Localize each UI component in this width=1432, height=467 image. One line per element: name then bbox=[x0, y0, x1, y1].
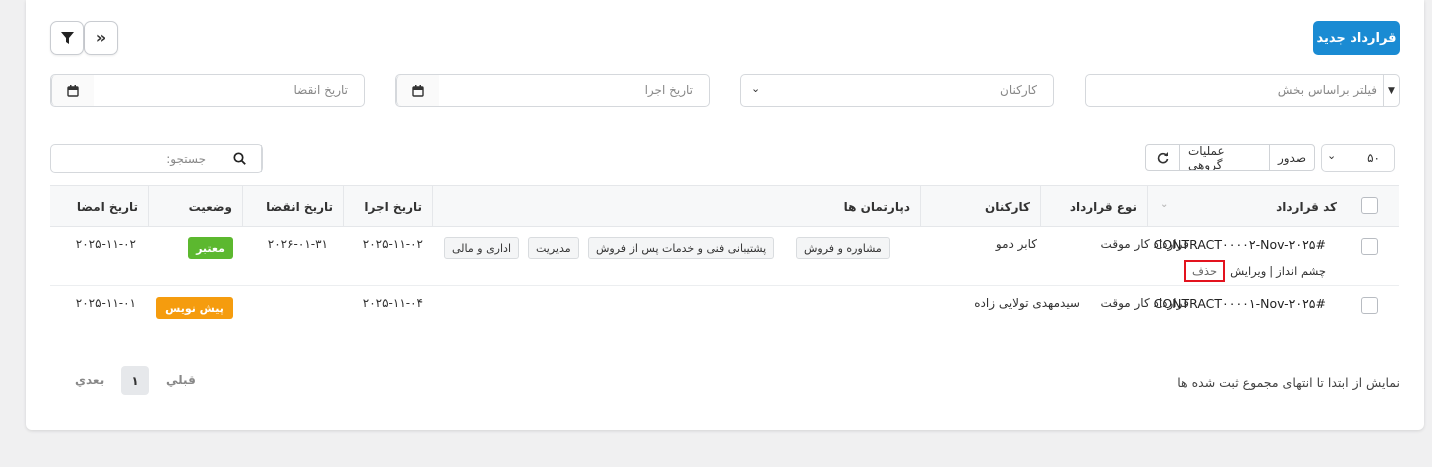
section-filter-select[interactable]: ▼ فیلتر براساس بخش bbox=[1085, 74, 1400, 107]
employee-name: کابر دمو bbox=[995, 237, 1037, 251]
bulk-actions-button[interactable]: عملیات گروهی bbox=[1179, 145, 1269, 170]
sign-date: ۲۰۲۵-۱۱-۰۱ bbox=[75, 296, 136, 310]
edit-link[interactable]: ویرایش bbox=[1230, 264, 1266, 278]
delete-link[interactable]: حذف bbox=[1184, 260, 1226, 282]
exec-date-calendar-button[interactable] bbox=[396, 75, 439, 106]
export-button[interactable]: صدور bbox=[1269, 145, 1314, 170]
calendar-icon bbox=[67, 84, 79, 97]
page-size-select[interactable]: ۵۰ ⌄ bbox=[1321, 144, 1395, 172]
expire-date-calendar-button[interactable] bbox=[51, 75, 94, 106]
expire-date-placeholder: تاریخ انقضا bbox=[293, 83, 349, 97]
header-status-label: وضعیت bbox=[188, 199, 232, 214]
search-placeholder: جستجو: bbox=[166, 152, 206, 166]
view-link[interactable]: چشم انداز bbox=[1276, 264, 1326, 278]
row-checkbox[interactable] bbox=[1361, 297, 1378, 314]
header-employees-label: کارکنان bbox=[984, 199, 1030, 214]
expand-button[interactable]: » bbox=[84, 21, 118, 55]
table-header: کد قرارداد ⌄ نوع قرارداد کارکنان دپارتما… bbox=[50, 185, 1399, 227]
status-badge: معتبر bbox=[188, 237, 233, 259]
employees-placeholder: کارکنان bbox=[1000, 83, 1037, 97]
department-tag: مدیریت bbox=[528, 237, 579, 259]
section-filter-caret-icon: ▼ bbox=[1383, 75, 1399, 106]
new-contract-button[interactable]: قرارداد جدید bbox=[1313, 21, 1400, 55]
exec-date: ۲۰۲۵-۱۱-۰۲ bbox=[362, 237, 423, 251]
header-expire-date[interactable]: تاریخ انقضا bbox=[242, 186, 343, 227]
chevron-down-icon: ⌄ bbox=[751, 82, 761, 95]
table-row: CONTRACT۰۰۰۰۱-Nov-۲۰۲۵# قرارداد کار موقت… bbox=[50, 286, 1399, 332]
double-chevron-icon: » bbox=[95, 28, 107, 47]
search-input[interactable]: جستجو: bbox=[50, 144, 263, 173]
search-icon bbox=[232, 152, 246, 165]
header-sign-date-label: تاریخ امضا bbox=[76, 199, 138, 214]
contract-type: قرارداد کار موقت bbox=[1100, 296, 1189, 310]
header-employees[interactable]: کارکنان bbox=[920, 186, 1040, 227]
header-expire-date-label: تاریخ انقضا bbox=[266, 199, 333, 214]
filter-icon bbox=[60, 32, 74, 44]
exec-date-placeholder: تاریخ اجرا bbox=[644, 83, 693, 97]
header-exec-date-label: تاریخ اجرا bbox=[364, 199, 422, 214]
sign-date: ۲۰۲۵-۱۱-۰۲ bbox=[75, 237, 136, 251]
select-all-checkbox[interactable] bbox=[1361, 197, 1378, 214]
row-actions: چشم انداز | ویرایش حذف bbox=[1184, 260, 1326, 282]
header-exec-date[interactable]: تاریخ اجرا bbox=[343, 186, 432, 227]
search-button[interactable] bbox=[217, 145, 262, 172]
pagination-next[interactable]: بعدي bbox=[75, 373, 104, 387]
filter-button[interactable] bbox=[50, 21, 84, 55]
header-sign-date[interactable]: تاریخ امضا bbox=[50, 186, 148, 227]
pagination-page[interactable]: ۱ bbox=[121, 366, 149, 395]
exec-date: ۲۰۲۵-۱۱-۰۴ bbox=[362, 296, 423, 310]
header-code[interactable]: کد قرارداد ⌄ bbox=[1147, 186, 1347, 227]
calendar-icon bbox=[412, 84, 424, 97]
header-code-label: کد قرارداد bbox=[1276, 199, 1337, 214]
status-badge: پیش نویس bbox=[156, 297, 233, 319]
row-checkbox[interactable] bbox=[1361, 238, 1378, 255]
pagination-prev[interactable]: قبلي bbox=[166, 373, 196, 387]
contract-type: قرارداد کار موقت bbox=[1100, 237, 1189, 251]
action-separator: | bbox=[1269, 264, 1274, 278]
header-type-label: نوع قرارداد bbox=[1069, 199, 1137, 214]
table-toolbar: عملیات گروهی صدور bbox=[1145, 144, 1315, 171]
department-tag: مشاوره و فروش bbox=[796, 237, 890, 259]
header-status[interactable]: وضعیت bbox=[148, 186, 242, 227]
header-departments-label: دپارتمان ها bbox=[843, 199, 910, 214]
employees-select[interactable]: کارکنان ⌄ bbox=[740, 74, 1054, 107]
table-row: CONTRACT۰۰۰۰۲-Nov-۲۰۲۵# چشم انداز | ویرا… bbox=[50, 227, 1399, 286]
section-filter-placeholder: فیلتر براساس بخش bbox=[1277, 83, 1377, 97]
exec-date-field[interactable]: تاریخ اجرا bbox=[395, 74, 710, 107]
sort-icon: ⌄ bbox=[1160, 199, 1169, 210]
header-type[interactable]: نوع قرارداد bbox=[1040, 186, 1147, 227]
table-info: نمایش از ابتدا تا انتهای مجموع ثبت شده ه… bbox=[1177, 375, 1400, 390]
expire-date-field[interactable]: تاریخ انقضا bbox=[50, 74, 365, 107]
refresh-icon bbox=[1157, 151, 1168, 163]
expire-date: ۲۰۲۶-۰۱-۳۱ bbox=[267, 237, 328, 251]
chevron-down-icon: ⌄ bbox=[1327, 149, 1337, 162]
header-departments[interactable]: دپارتمان ها bbox=[432, 186, 920, 227]
department-tag: اداری و مالی bbox=[444, 237, 520, 259]
page-size-value: ۵۰ bbox=[1367, 151, 1380, 165]
employee-name: سیدمهدی تولایی زاده bbox=[974, 296, 1080, 310]
refresh-button[interactable] bbox=[1146, 145, 1179, 170]
department-tag: پشتیبانی فنی و خدمات پس از فروش bbox=[588, 237, 775, 259]
